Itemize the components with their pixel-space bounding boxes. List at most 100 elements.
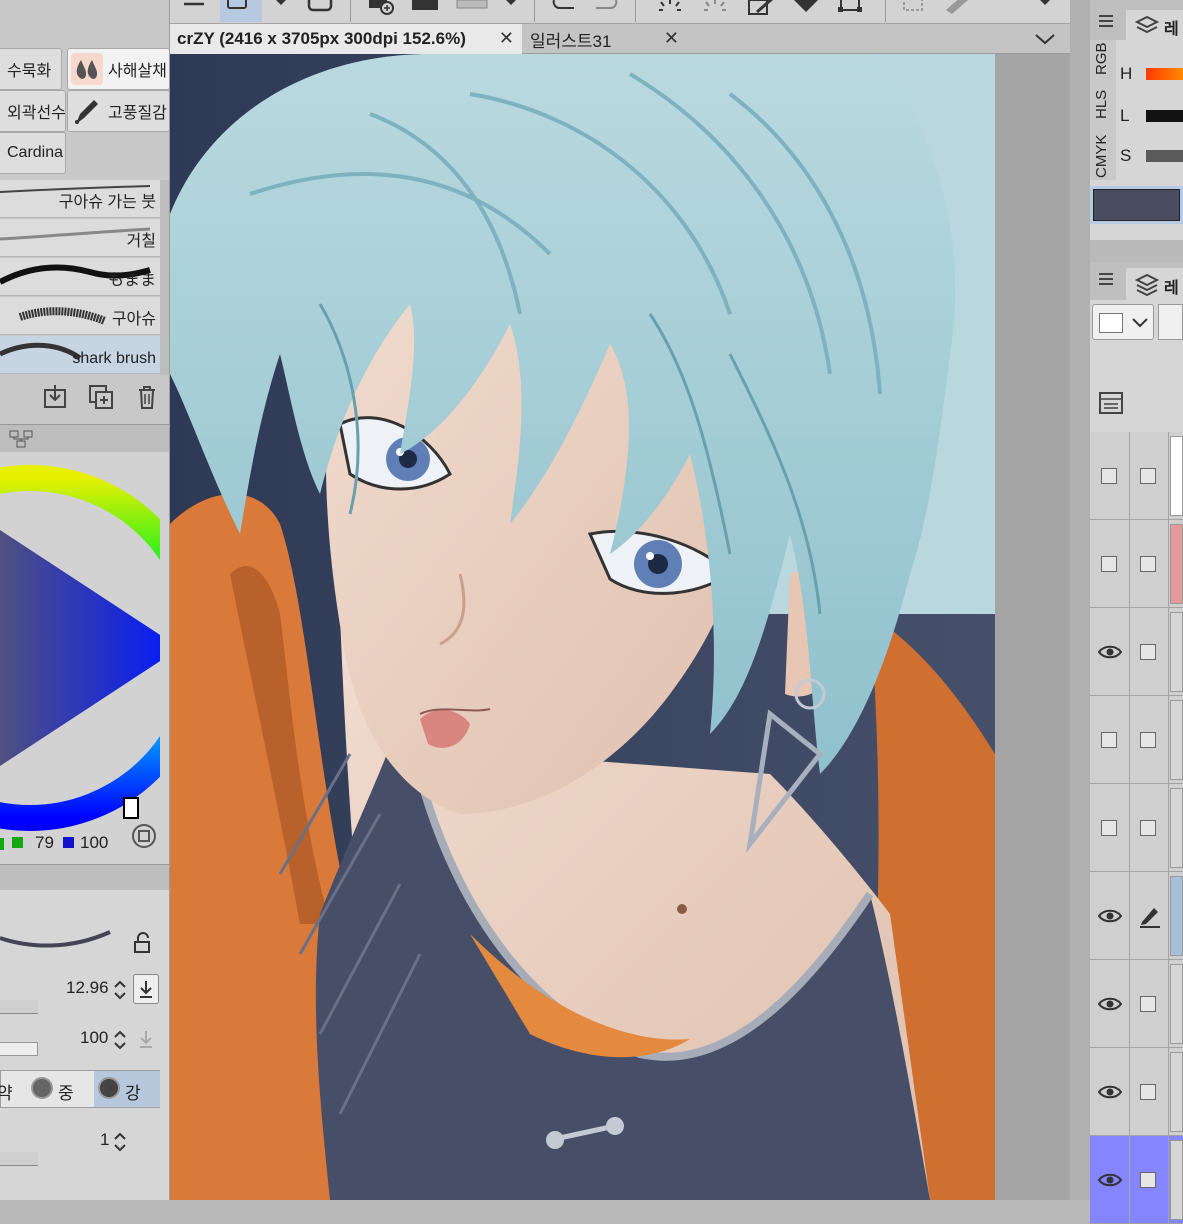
tab-color-slider[interactable]: 레 [1126,10,1183,40]
layer-lock-toggle[interactable] [1130,608,1169,696]
close-tab-icon[interactable]: ✕ [664,28,679,49]
layer-property-icon[interactable] [1098,390,1126,416]
opacity-spinner-icon[interactable] [112,1028,128,1052]
layer-visibility-toggle[interactable] [1090,520,1130,608]
layer-visibility-toggle[interactable] [1090,960,1130,1048]
fill-bucket-icon[interactable] [790,0,822,16]
chevron-down-icon[interactable] [274,0,288,8]
layer-lock-toggle[interactable] [1130,520,1169,608]
layer-row[interactable] [1090,872,1183,960]
layer-visibility-toggle[interactable] [1090,1136,1130,1224]
hue-selector[interactable] [123,797,139,819]
chevron-down-icon[interactable] [1038,0,1052,8]
subtool-watercolor[interactable]: 사해살채 [67,48,169,90]
tab-cmyk[interactable]: CMYK [1093,135,1113,178]
panel-menu-icon[interactable] [1098,272,1114,286]
blend-mode-dropdown[interactable] [1092,304,1154,340]
layer-row[interactable] [1090,1136,1183,1224]
tab-layer[interactable]: 레 [1126,268,1183,300]
folder-icon[interactable] [410,0,440,12]
brush-size-spinner-icon[interactable] [112,978,128,1002]
chevron-down-icon[interactable] [504,0,518,8]
redo-icon[interactable] [590,0,620,12]
layer-lock-toggle[interactable] [1130,432,1169,520]
crop-icon[interactable] [835,0,867,16]
brush-item-momama[interactable]: もまま [0,258,160,296]
saturation-slider[interactable] [1146,150,1183,162]
strength-strong-option[interactable]: 강 [94,1071,160,1107]
delete-brush-icon[interactable] [132,382,162,412]
color-wheel[interactable] [0,458,160,838]
brush-item-gouache-thin[interactable]: 구아슈 가는 붓 [0,180,160,218]
layer-row[interactable] [1090,1048,1183,1136]
layer-visibility-toggle[interactable] [1090,608,1130,696]
opacity-value[interactable]: 100 [80,1028,108,1048]
loading-spinner-icon[interactable] [655,0,685,14]
layer-lock-toggle[interactable] [1130,1136,1169,1224]
brush-item-rough[interactable]: 거칠 [0,219,160,257]
subtool-ink-wash[interactable]: 수묵화 [0,48,62,90]
save-icon[interactable] [305,0,335,12]
unlock-icon[interactable] [132,932,154,954]
brush-size-dropdown-button[interactable] [133,974,159,1004]
stabilization-value[interactable]: 1 [100,1130,109,1150]
lightness-slider[interactable] [1146,110,1183,122]
brush-item-gouache[interactable]: 구아슈 [0,297,160,335]
strength-mid-radio[interactable] [31,1077,53,1099]
layer-row[interactable] [1090,432,1183,520]
layer-visibility-toggle[interactable] [1090,432,1130,520]
settings-gear-icon[interactable] [700,0,730,14]
duplicate-brush-icon[interactable] [86,382,116,412]
close-tab-icon[interactable]: ✕ [499,28,514,49]
layer-box-icon[interactable] [455,0,489,12]
layer-lock-toggle[interactable] [1130,1048,1169,1136]
tab-illust31[interactable]: 일러스트31 ✕ [523,24,687,54]
layer-visibility-toggle[interactable] [1090,784,1130,872]
layer-lock-toggle[interactable] [1130,872,1169,960]
import-brush-icon[interactable] [40,382,70,412]
layer-row[interactable] [1090,784,1183,872]
brush-size-slider[interactable] [0,1000,38,1014]
lock-checkbox [1140,1172,1156,1188]
color-mode-icon[interactable] [130,822,158,850]
illustration-canvas[interactable] [170,54,995,1200]
new-canvas-icon[interactable] [365,0,397,16]
menu-icon[interactable] [182,0,206,8]
layer-lock-toggle[interactable] [1130,696,1169,784]
opacity-arrow-icon[interactable] [136,1026,156,1052]
layer-visibility-toggle[interactable] [1090,1048,1130,1136]
stabilization-spinner-icon[interactable] [112,1130,128,1154]
brush-size-value[interactable]: 12.96 [66,978,109,998]
subtool-cardinal[interactable]: Cardina [0,132,66,174]
canvas-area[interactable] [170,54,1070,1200]
undo-icon[interactable] [550,0,580,12]
transform-edit-icon[interactable] [745,0,777,18]
layer-row[interactable] [1090,520,1183,608]
current-color-box[interactable] [1090,186,1183,224]
tab-crzy[interactable]: crZY (2416 x 3705px 300dpi 152.6%) ✕ [170,24,522,54]
brush-item-shark[interactable]: shark brush [0,336,160,374]
layer-row[interactable] [1090,608,1183,696]
brush-list-scrollbar[interactable] [160,180,169,375]
subtool-antique-texture[interactable]: 고풍질감 [67,90,169,132]
layer-lock-toggle[interactable] [1130,960,1169,1048]
stabilization-slider[interactable] [0,1152,38,1166]
opacity-field[interactable] [1158,304,1183,340]
deselect-icon[interactable] [900,0,932,16]
tab-rgb[interactable]: RGB [1093,42,1113,75]
clear-selection-icon[interactable] [942,0,974,16]
panel-menu-icon[interactable] [1098,14,1114,28]
color-set-icon[interactable] [8,429,36,449]
tab-hls[interactable]: HLS [1093,90,1113,119]
hue-slider[interactable] [1146,68,1183,80]
layer-lock-toggle[interactable] [1130,784,1169,872]
tab-list-chevron-icon[interactable] [1034,32,1056,46]
layer-visibility-toggle[interactable] [1090,872,1130,960]
opacity-slider[interactable] [0,1042,38,1056]
tool-button-selected[interactable] [220,0,262,22]
subtool-outline[interactable]: 외곽선수 [0,90,66,132]
layer-row[interactable] [1090,960,1183,1048]
strength-selector[interactable]: 약 중 강 [0,1070,160,1108]
layer-row[interactable] [1090,696,1183,784]
layer-visibility-toggle[interactable] [1090,696,1130,784]
